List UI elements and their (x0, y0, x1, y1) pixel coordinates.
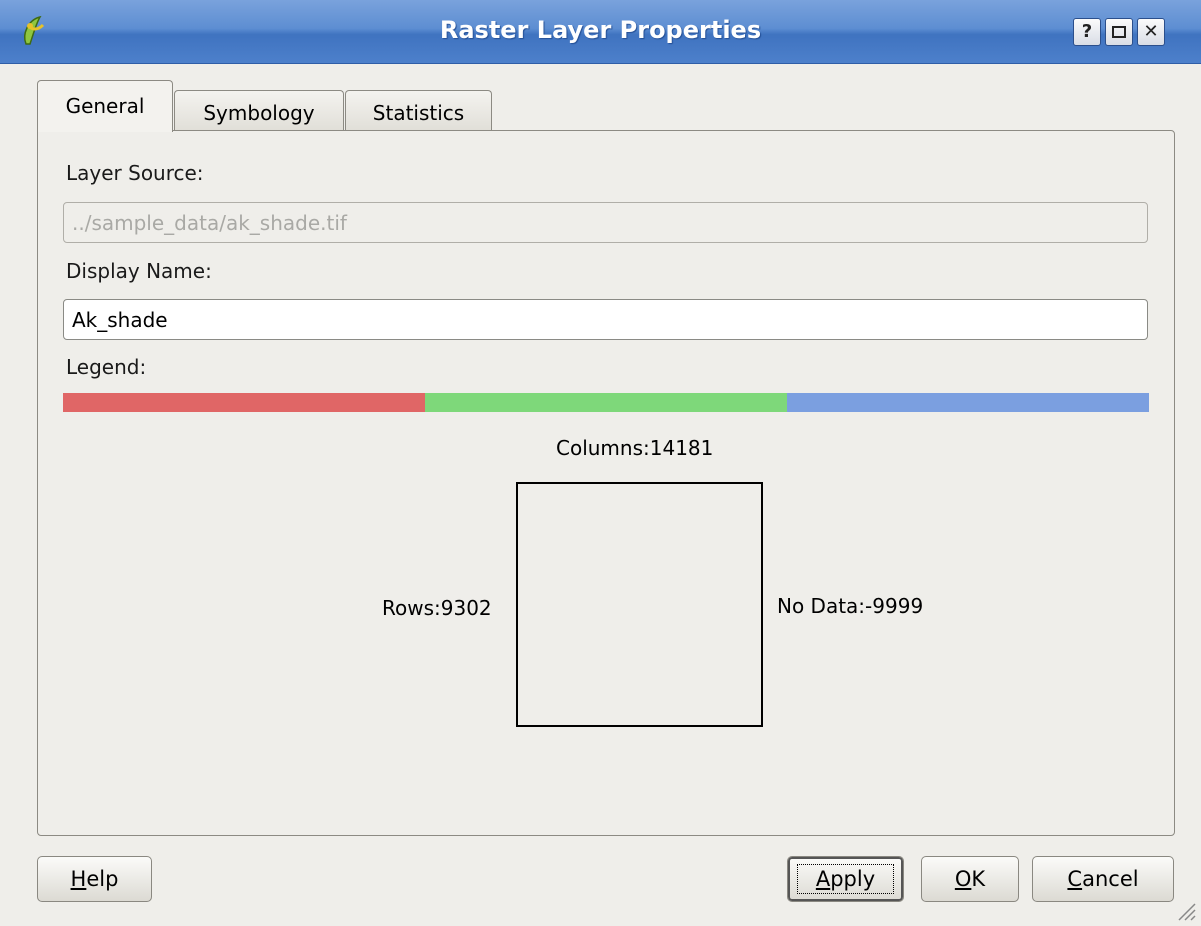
help-button[interactable]: Help (37, 856, 152, 902)
raster-layer-properties-dialog: Raster Layer Properties ? ✕ General Symb… (0, 0, 1201, 926)
ok-mnemonic: O (954, 867, 972, 891)
legend-blue-band (787, 393, 1149, 412)
legend-label: Legend: (66, 355, 147, 379)
apply-button[interactable]: Apply (787, 856, 904, 902)
raster-extent-box (516, 482, 763, 727)
columns-label: Columns:14181 (556, 436, 714, 460)
help-mnemonic: H (70, 867, 87, 891)
legend-color-bar (63, 393, 1149, 412)
help-label: elp (86, 867, 119, 891)
legend-green-band (425, 393, 787, 412)
resize-grip-icon[interactable] (1173, 898, 1197, 922)
layer-source-field (63, 202, 1148, 243)
apply-focus-ring: Apply (796, 864, 895, 894)
display-name-field[interactable] (63, 299, 1148, 340)
cancel-button[interactable]: Cancel (1032, 856, 1174, 902)
rows-label: Rows:9302 (382, 596, 492, 620)
ok-label: K (971, 867, 986, 891)
display-name-label: Display Name: (66, 259, 212, 283)
legend-red-band (63, 393, 425, 412)
no-data-label: No Data:-9999 (777, 594, 924, 618)
cancel-label: ancel (1082, 867, 1139, 891)
apply-label: pply (830, 867, 876, 891)
apply-mnemonic: A (815, 867, 831, 891)
ok-button[interactable]: OK (921, 856, 1019, 902)
layer-source-label: Layer Source: (66, 161, 204, 185)
cancel-mnemonic: C (1067, 867, 1083, 891)
